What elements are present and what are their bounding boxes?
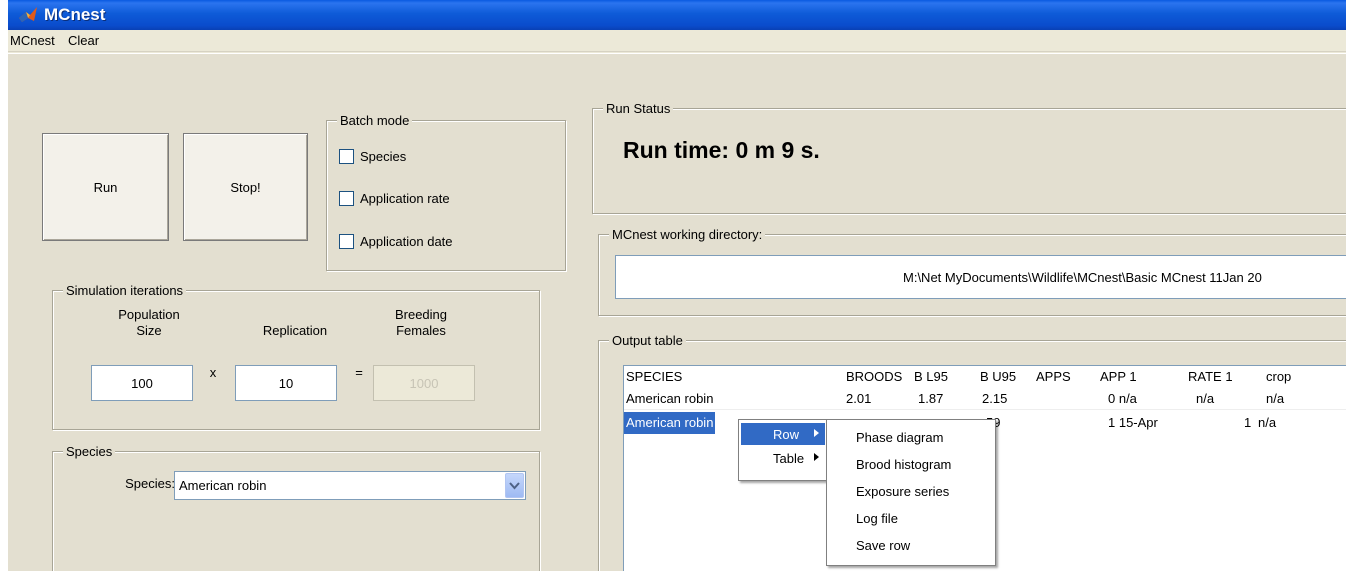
application-rate-label: Application rate <box>360 191 450 206</box>
working-directory-field[interactable]: M:\Net MyDocuments\Wildlife\MCnest\Basic… <box>615 255 1346 299</box>
matlab-logo-icon <box>19 7 37 22</box>
cell-b-u95: 2.15 <box>982 391 1008 406</box>
header-rate1: RATE 1 <box>1188 369 1233 384</box>
submenu-log-file[interactable]: Log file <box>856 511 898 526</box>
species-dropdown[interactable]: American robin <box>174 471 526 500</box>
output-table-title: Output table <box>609 333 686 348</box>
row-submenu: Phase diagram Brood histogram Exposure s… <box>826 419 996 566</box>
application-rate-checkbox[interactable] <box>339 191 354 206</box>
batch-application-date-option[interactable]: Application date <box>339 234 453 249</box>
window-title: MCnest <box>44 5 106 24</box>
cell-species: American robin <box>626 391 714 406</box>
species-dropdown-value: American robin <box>179 478 267 493</box>
dropdown-button[interactable] <box>505 473 524 498</box>
header-broods: BROODS <box>846 369 903 384</box>
menu-bar: MCnest Clear <box>8 30 1346 52</box>
menu-mcnest[interactable]: MCnest <box>10 33 55 48</box>
cell-species-selected: American robin <box>624 412 716 434</box>
menu-clear[interactable]: Clear <box>68 33 99 48</box>
table-header-row: SPECIES BROODS B L95 B U95 APPS APP 1 RA… <box>624 366 1346 388</box>
species-panel: Species Species: American robin <box>52 444 540 571</box>
header-app1: APP 1 <box>1100 369 1137 384</box>
submenu-brood-histogram[interactable]: Brood histogram <box>856 457 951 472</box>
breeding-females-label-line1: Breeding <box>394 307 448 322</box>
context-menu: Row Table <box>738 419 828 481</box>
batch-application-rate-option[interactable]: Application rate <box>339 191 450 206</box>
cell-rate1: 1 <box>1244 415 1252 430</box>
context-table-label: Table <box>773 451 805 466</box>
replication-input[interactable]: 10 <box>235 365 337 401</box>
run-time-text: Run time: 0 m 9 s. <box>623 137 820 163</box>
run-button[interactable]: Run <box>42 133 169 241</box>
working-directory-path: M:\Net MyDocuments\Wildlife\MCnest\Basic… <box>903 269 1262 285</box>
application-date-checkbox[interactable] <box>339 234 354 249</box>
batch-mode-title: Batch mode <box>337 113 413 128</box>
cell-crop: n/a <box>1258 415 1277 430</box>
equals-sign: = <box>355 365 363 380</box>
cell-crop: n/a <box>1266 391 1285 406</box>
submenu-arrow-icon <box>814 429 819 437</box>
population-size-input[interactable]: 100 <box>91 365 193 401</box>
cell-broods: 2.01 <box>846 391 872 406</box>
species-panel-title: Species <box>63 444 116 459</box>
header-crop: crop <box>1266 369 1292 384</box>
context-menu-row[interactable]: Row <box>741 423 825 445</box>
submenu-exposure-series[interactable]: Exposure series <box>856 484 949 499</box>
header-apps: APPS <box>1036 369 1071 384</box>
simulation-iterations-panel: Simulation iterations Population Size Re… <box>52 283 540 430</box>
application-date-label: Application date <box>360 234 453 249</box>
title-bar[interactable]: MCnest <box>8 0 1346 30</box>
submenu-phase-diagram[interactable]: Phase diagram <box>856 430 943 445</box>
cell-app1: 0 n/a <box>1108 391 1137 406</box>
cell-app1: 1 15-Apr <box>1108 415 1158 430</box>
context-row-label: Row <box>773 427 800 442</box>
run-status-panel: Run Status Run time: 0 m 9 s. <box>592 101 1346 214</box>
app-window: MCnest MCnest Clear Run Stop! Batch mode… <box>8 0 1346 571</box>
working-directory-title: MCnest working directory: <box>609 227 766 242</box>
header-species: SPECIES <box>626 369 683 384</box>
population-size-label-line1: Population <box>118 307 180 322</box>
chevron-down-icon <box>509 481 520 489</box>
breeding-females-output: 1000 <box>373 365 475 401</box>
stop-button[interactable]: Stop! <box>183 133 308 241</box>
species-checkbox-label: Species <box>360 149 407 164</box>
cell-b-l95: 1.87 <box>918 391 944 406</box>
working-directory-panel: MCnest working directory: M:\Net MyDocum… <box>598 227 1346 316</box>
cell-rate1: n/a <box>1196 391 1215 406</box>
header-b-u95: B U95 <box>980 369 1017 384</box>
replication-label: Replication <box>262 323 328 338</box>
submenu-save-row[interactable]: Save row <box>856 538 910 553</box>
breeding-females-label-line2: Females <box>396 323 446 338</box>
submenu-arrow-icon <box>814 453 819 461</box>
species-checkbox[interactable] <box>339 149 354 164</box>
header-b-l95: B L95 <box>914 369 948 384</box>
species-label: Species: <box>125 476 175 491</box>
batch-mode-panel: Batch mode Species Application rate Appl… <box>326 113 566 271</box>
table-row[interactable]: American robin 2.01 1.87 2.15 0 n/a n/a … <box>624 388 1346 410</box>
client-area: Run Stop! Batch mode Species Application… <box>8 53 1346 571</box>
simulation-iterations-title: Simulation iterations <box>63 283 187 298</box>
population-size-label-line2: Size <box>136 323 162 338</box>
batch-species-option[interactable]: Species <box>339 149 406 164</box>
context-menu-table[interactable]: Table <box>741 447 825 469</box>
run-status-title: Run Status <box>603 101 674 116</box>
times-sign: x <box>209 365 217 380</box>
